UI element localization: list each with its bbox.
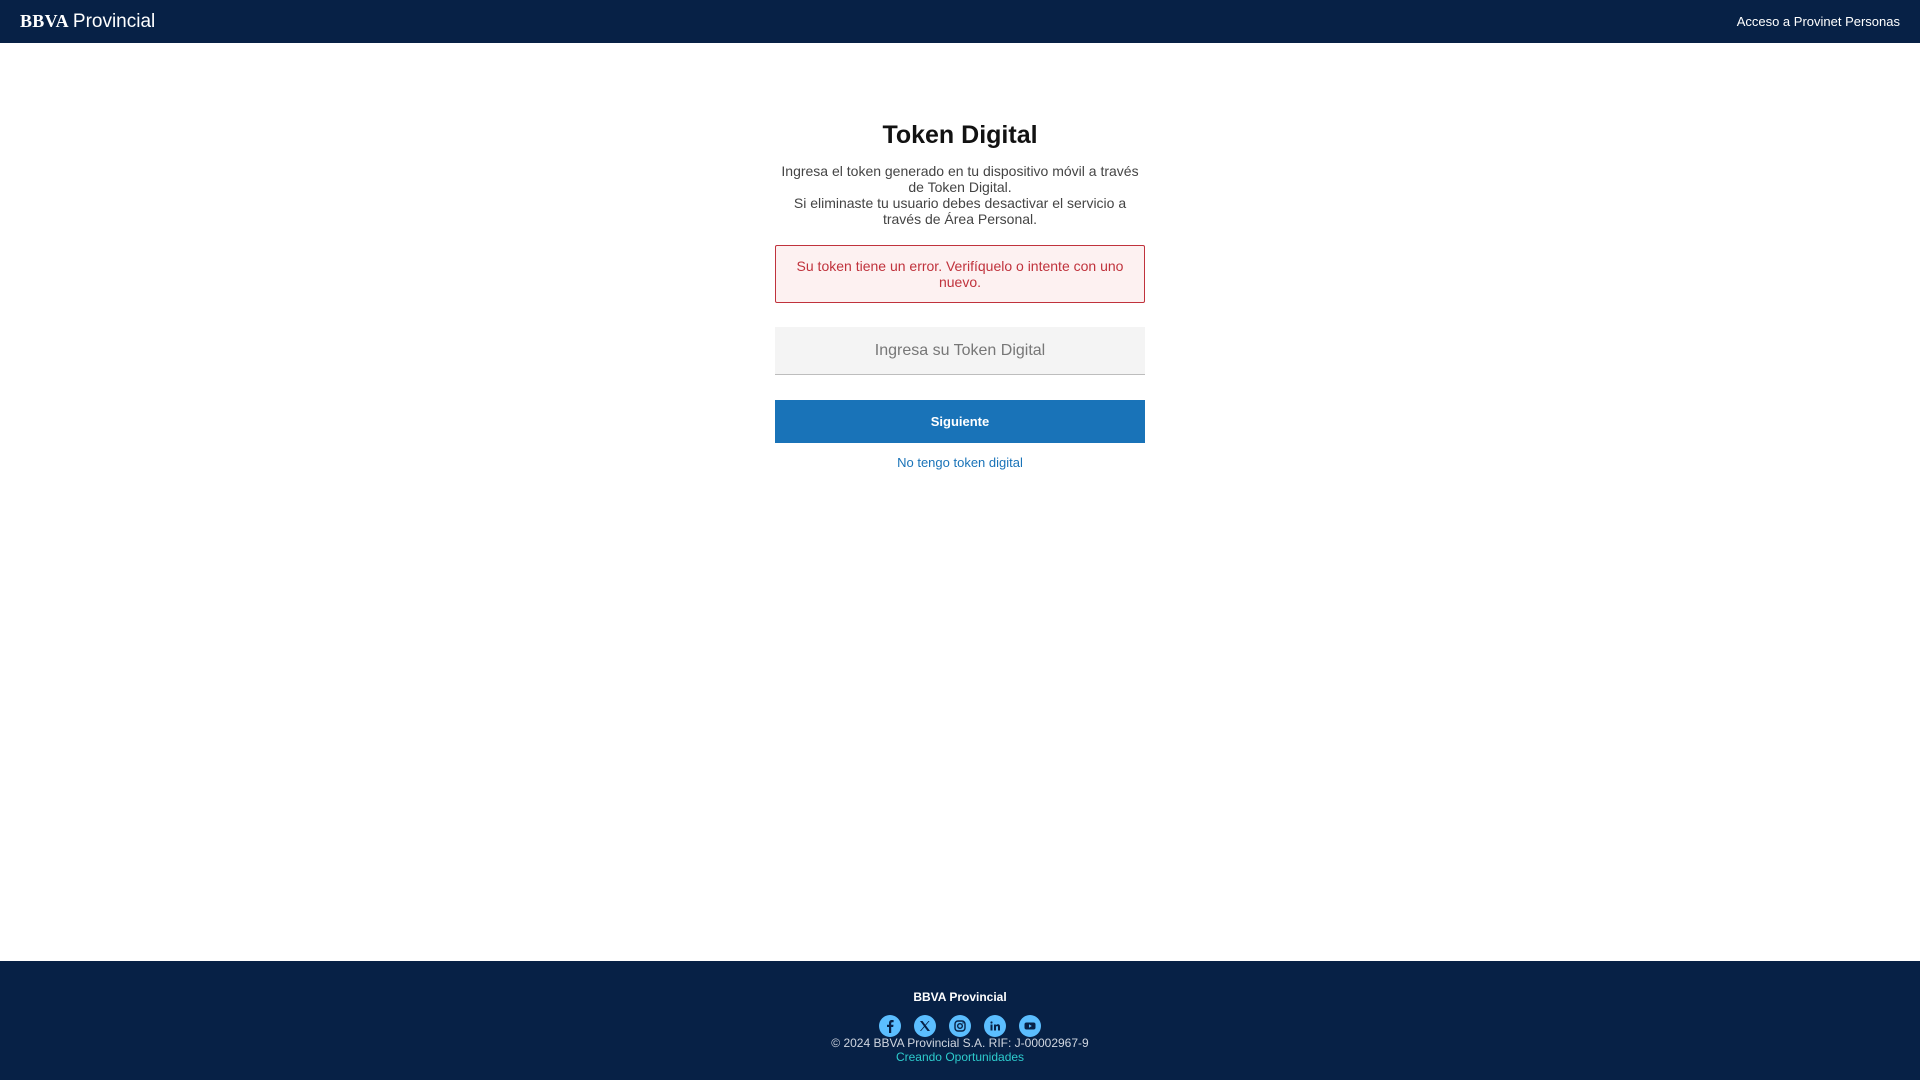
next-button[interactable]: Siguiente bbox=[775, 400, 1145, 443]
no-token-link[interactable]: No tengo token digital bbox=[775, 455, 1145, 470]
x-twitter-icon[interactable] bbox=[914, 1015, 936, 1037]
logo-provincial-text: Provincial bbox=[72, 10, 156, 32]
slogan-link[interactable]: Creando Oportunidades bbox=[0, 1050, 1920, 1064]
bbva-provincial-logo[interactable]: BBVA Provincial bbox=[20, 11, 155, 33]
copyright-text: © 2024 BBVA Provincial S.A. RIF: J-00002… bbox=[831, 1036, 1089, 1050]
error-alert: Su token tiene un error. Verifíquelo o i… bbox=[775, 245, 1145, 303]
main-content: Token Digital Ingresa el token generado … bbox=[0, 43, 1920, 961]
token-description: Ingresa el token generado en tu disposit… bbox=[775, 163, 1145, 227]
footer: BBVA Provincial © 2024 BBVA Provincial S… bbox=[0, 961, 1920, 1080]
facebook-icon[interactable] bbox=[879, 1015, 901, 1037]
instagram-icon[interactable] bbox=[949, 1015, 971, 1037]
token-panel: Token Digital Ingresa el token generado … bbox=[775, 119, 1145, 470]
linkedin-icon[interactable] bbox=[984, 1015, 1006, 1037]
error-message: Su token tiene un error. Verifíquelo o i… bbox=[796, 258, 1124, 290]
page-title: Token Digital bbox=[882, 121, 1038, 149]
provinet-access-link[interactable]: Acceso a Provinet Personas bbox=[1737, 14, 1900, 29]
youtube-icon[interactable] bbox=[1019, 1015, 1041, 1037]
social-links bbox=[0, 1015, 1920, 1037]
token-input[interactable] bbox=[775, 327, 1145, 375]
description-line-2: Si eliminaste tu usuario debes desactiva… bbox=[793, 195, 1127, 227]
top-bar: BBVA Provincial Acceso a Provinet Person… bbox=[0, 0, 1920, 43]
logo-bbva-text: BBVA bbox=[20, 10, 69, 31]
description-line-1: Ingresa el token generado en tu disposit… bbox=[781, 163, 1139, 195]
footer-brand: BBVA Provincial bbox=[913, 990, 1007, 1004]
